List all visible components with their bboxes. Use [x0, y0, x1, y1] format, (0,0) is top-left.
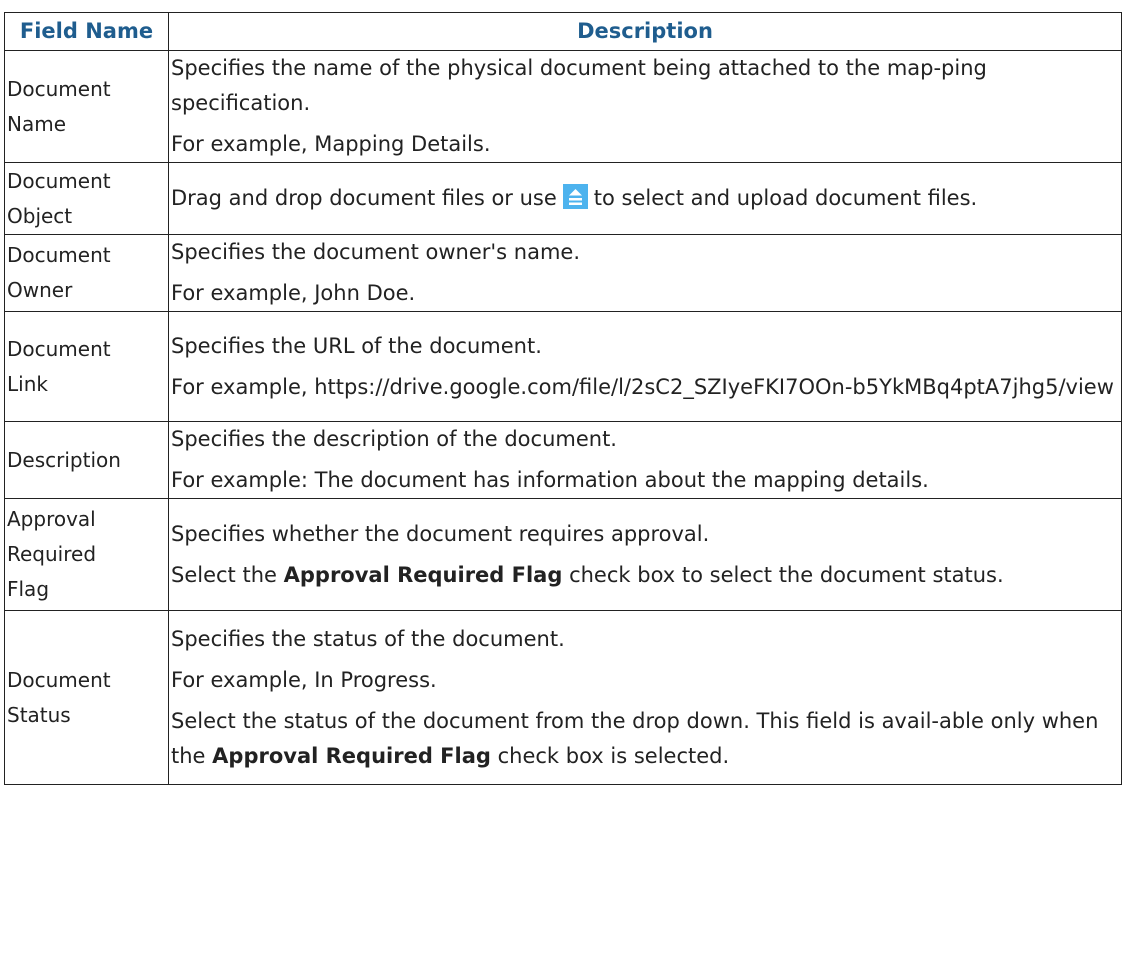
- field-name-line: Document: [7, 168, 111, 193]
- field-name-line: Name: [7, 111, 67, 136]
- description-text: Specifies whether the document requires …: [171, 521, 710, 546]
- field-name-line: Status: [7, 702, 71, 727]
- table-row: Document Status Specifies the status of …: [4, 610, 1122, 785]
- field-name-line: Document: [7, 76, 111, 101]
- table-row: Document Owner Specifies the document ow…: [4, 234, 1122, 312]
- table-header-row: Field Name Description: [4, 12, 1122, 51]
- instruction-text: Select the Approval Required Flag check …: [171, 558, 1117, 593]
- instruction-text: Select the status of the document from t…: [171, 704, 1117, 774]
- description-cell: Drag and drop document files or use to se…: [168, 162, 1122, 235]
- field-name-cell: Document Link: [4, 311, 169, 422]
- example-text: For example, Mapping Details.: [171, 132, 491, 156]
- header-description: Description: [168, 12, 1122, 51]
- field-name-line: Link: [7, 371, 48, 396]
- description-text: Specifies the name of the physical docum…: [171, 56, 987, 115]
- field-name-cell: Document Owner: [4, 234, 169, 312]
- table-row: Document Name Specifies the name of the …: [4, 50, 1122, 163]
- table-row: Description Specifies the description of…: [4, 421, 1122, 499]
- field-name-line: Owner: [7, 278, 73, 302]
- description-text: Specifies the document owner's name.: [171, 240, 580, 264]
- field-name-line: Description: [7, 447, 121, 472]
- description-text: Specifies the URL of the document.: [171, 333, 542, 358]
- description-cell: Specifies whether the document requires …: [168, 498, 1122, 611]
- table-row: Document Object Drag and drop document f…: [4, 162, 1122, 235]
- field-name-cell: Approval Required Flag: [4, 498, 169, 611]
- field-name-line: Document: [7, 336, 111, 361]
- example-text: For example, https://drive.google.com/fi…: [171, 374, 1114, 399]
- field-name-line: Approval: [7, 507, 96, 531]
- field-name-line: Document: [7, 243, 111, 267]
- description-cell: Specifies the name of the physical docum…: [168, 50, 1122, 163]
- field-name-line: Object: [7, 203, 73, 228]
- description-text-before-icon: Drag and drop document files or use: [171, 186, 557, 210]
- table-row: Approval Required Flag Specifies whether…: [4, 498, 1122, 611]
- field-name-line: Required: [7, 542, 97, 566]
- instruction-text-bold: Approval Required Flag: [283, 562, 563, 587]
- field-description-table: Field Name Description Document Name Spe…: [4, 12, 1122, 785]
- instruction-text-post: check box is selected.: [497, 743, 730, 768]
- field-name-cell: Description: [4, 421, 169, 499]
- field-name-cell: Document Name: [4, 50, 169, 163]
- table-row: Document Link Specifies the URL of the d…: [4, 311, 1122, 422]
- description-text: Specifies the description of the documen…: [171, 427, 617, 451]
- field-name-line: Document: [7, 667, 111, 692]
- example-text: For example, John Doe.: [171, 281, 416, 305]
- instruction-text-bold: Approval Required Flag: [212, 743, 491, 768]
- upload-icon: [562, 184, 588, 209]
- field-name-cell: Document Status: [4, 610, 169, 785]
- instruction-text-pre: Select the: [171, 562, 277, 587]
- header-field-name: Field Name: [4, 12, 169, 51]
- description-cell: Specifies the status of the document. Fo…: [168, 610, 1122, 785]
- description-text: Specifies the status of the document.: [171, 626, 565, 651]
- description-text-after-icon: to select and upload document files.: [593, 186, 978, 210]
- description-cell: Specifies the URL of the document. For e…: [168, 311, 1122, 422]
- example-text: For example, In Progress.: [171, 667, 437, 692]
- description-cell: Specifies the document owner's name. For…: [168, 234, 1122, 312]
- description-text: Drag and drop document files or use to se…: [171, 181, 1117, 216]
- example-text: For example: The document has informatio…: [171, 468, 929, 492]
- instruction-text-post: check box to select the document status.: [569, 562, 1004, 587]
- field-name-line: Flag: [7, 577, 50, 601]
- description-cell: Specifies the description of the documen…: [168, 421, 1122, 499]
- field-name-cell: Document Object: [4, 162, 169, 235]
